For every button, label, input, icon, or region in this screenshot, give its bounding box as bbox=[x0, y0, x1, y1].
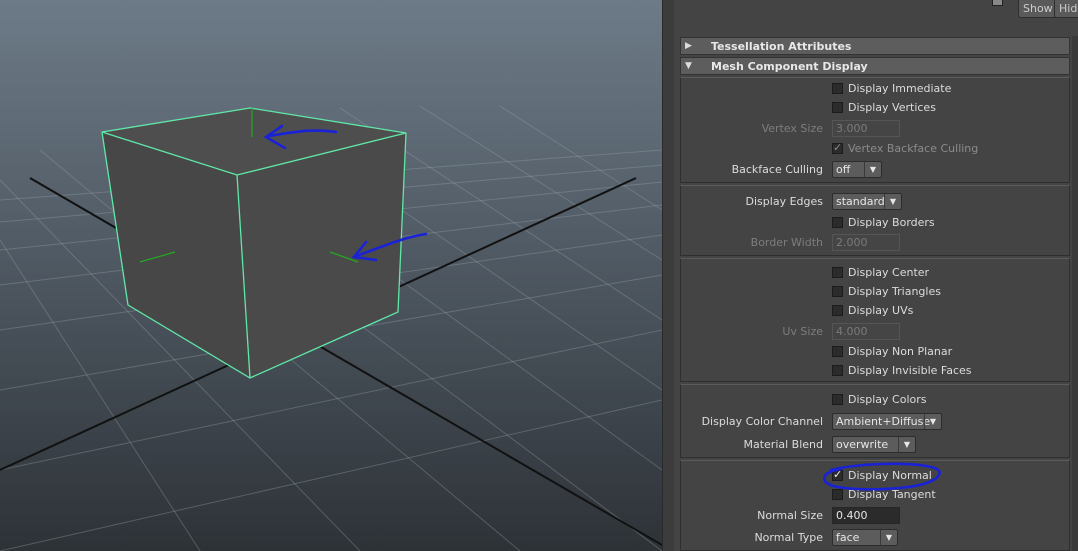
border-width-label: Border Width bbox=[750, 236, 823, 249]
display-triangles-checkbox[interactable] bbox=[832, 286, 843, 297]
cube-right-face bbox=[237, 133, 406, 378]
vertex-backface-culling-checkbox[interactable] bbox=[832, 141, 843, 154]
material-blend-dropdown[interactable]: overwrite ▼ bbox=[832, 436, 916, 453]
display-borders-checkbox[interactable] bbox=[832, 217, 843, 228]
dropdown-arrow-icon: ▼ bbox=[898, 437, 915, 452]
group-vertices: Display Immediate Display Vertices Verte… bbox=[680, 77, 1070, 183]
display-borders-label: Display Borders bbox=[848, 216, 935, 229]
vertex-size-label: Vertex Size bbox=[761, 122, 823, 135]
border-width-field[interactable]: 2.000 bbox=[832, 234, 900, 251]
display-edges-label: Display Edges bbox=[745, 195, 823, 208]
normal-type-label: Normal Type bbox=[754, 531, 823, 544]
section-title: Tessellation Attributes bbox=[711, 40, 852, 53]
backface-culling-dropdown[interactable]: off ▼ bbox=[832, 161, 882, 178]
section-mesh-component-display[interactable]: ▼ Mesh Component Display bbox=[680, 57, 1070, 75]
dropdown-arrow-icon: ▼ bbox=[864, 162, 881, 177]
display-uvs-checkbox[interactable] bbox=[832, 305, 843, 316]
display-colors-label: Display Colors bbox=[848, 393, 927, 406]
uv-size-field[interactable]: 4.000 bbox=[832, 323, 900, 340]
display-non-planar-checkbox[interactable] bbox=[832, 346, 843, 357]
display-tangent-checkbox[interactable] bbox=[832, 489, 843, 500]
dropdown-arrow-icon: ▼ bbox=[880, 530, 897, 545]
scene-canvas bbox=[0, 105, 662, 551]
display-invisible-faces-checkbox[interactable] bbox=[832, 365, 843, 376]
vertex-size-field[interactable]: 3.000 bbox=[832, 120, 900, 137]
dropdown-arrow-icon: ▼ bbox=[924, 414, 941, 429]
group-faces: Display Center Display Triangles Display… bbox=[680, 258, 1070, 382]
display-invisible-faces-label: Display Invisible Faces bbox=[848, 364, 972, 377]
normal-size-field[interactable]: 0.400 bbox=[832, 507, 900, 524]
normal-type-dropdown[interactable]: face ▼ bbox=[832, 529, 898, 546]
display-colors-checkbox[interactable] bbox=[832, 394, 843, 405]
uv-size-label: Uv Size bbox=[782, 325, 823, 338]
window-icon bbox=[992, 0, 1003, 6]
dropdown-arrow-icon: ▼ bbox=[884, 194, 901, 209]
display-immediate-checkbox[interactable] bbox=[832, 83, 843, 94]
display-triangles-label: Display Triangles bbox=[848, 285, 941, 298]
backface-culling-label: Backface Culling bbox=[731, 163, 823, 176]
attribute-editor: Show Hide ▶ Tessellation Attributes ▼ Me… bbox=[674, 0, 1078, 551]
hide-button[interactable]: Hide bbox=[1054, 0, 1078, 18]
display-edges-dropdown[interactable]: standard ▼ bbox=[832, 193, 902, 210]
display-immediate-label: Display Immediate bbox=[848, 82, 952, 95]
material-blend-label: Material Blend bbox=[743, 438, 823, 451]
display-color-channel-label: Display Color Channel bbox=[701, 415, 823, 428]
section-tessellation-attributes[interactable]: ▶ Tessellation Attributes bbox=[680, 37, 1070, 55]
display-color-channel-dropdown[interactable]: Ambient+Diffuse ▼ bbox=[832, 413, 942, 430]
display-tangent-label: Display Tangent bbox=[848, 488, 936, 501]
display-vertices-label: Display Vertices bbox=[848, 101, 936, 114]
display-uvs-label: Display UVs bbox=[848, 304, 914, 317]
normal-size-label: Normal Size bbox=[757, 509, 823, 522]
panel-scrollbar[interactable] bbox=[1072, 36, 1078, 551]
viewport-3d[interactable] bbox=[0, 0, 662, 551]
section-title: Mesh Component Display bbox=[711, 60, 868, 73]
group-normals: Display Normal Display Tangent Normal Si… bbox=[680, 460, 1070, 551]
display-vertices-checkbox[interactable] bbox=[832, 102, 843, 113]
group-edges: Display Edges standard ▼ Display Borders … bbox=[680, 185, 1070, 256]
group-colors: Display Colors Display Color Channel Amb… bbox=[680, 384, 1070, 458]
show-button[interactable]: Show bbox=[1018, 0, 1058, 18]
display-center-checkbox[interactable] bbox=[832, 267, 843, 278]
vertex-backface-culling-label: Vertex Backface Culling bbox=[848, 142, 979, 155]
collapse-down-icon: ▼ bbox=[685, 61, 692, 71]
display-center-label: Display Center bbox=[848, 266, 930, 279]
display-non-planar-label: Display Non Planar bbox=[848, 345, 953, 358]
cube-mesh bbox=[101, 107, 407, 379]
expand-right-icon: ▶ bbox=[685, 41, 692, 51]
